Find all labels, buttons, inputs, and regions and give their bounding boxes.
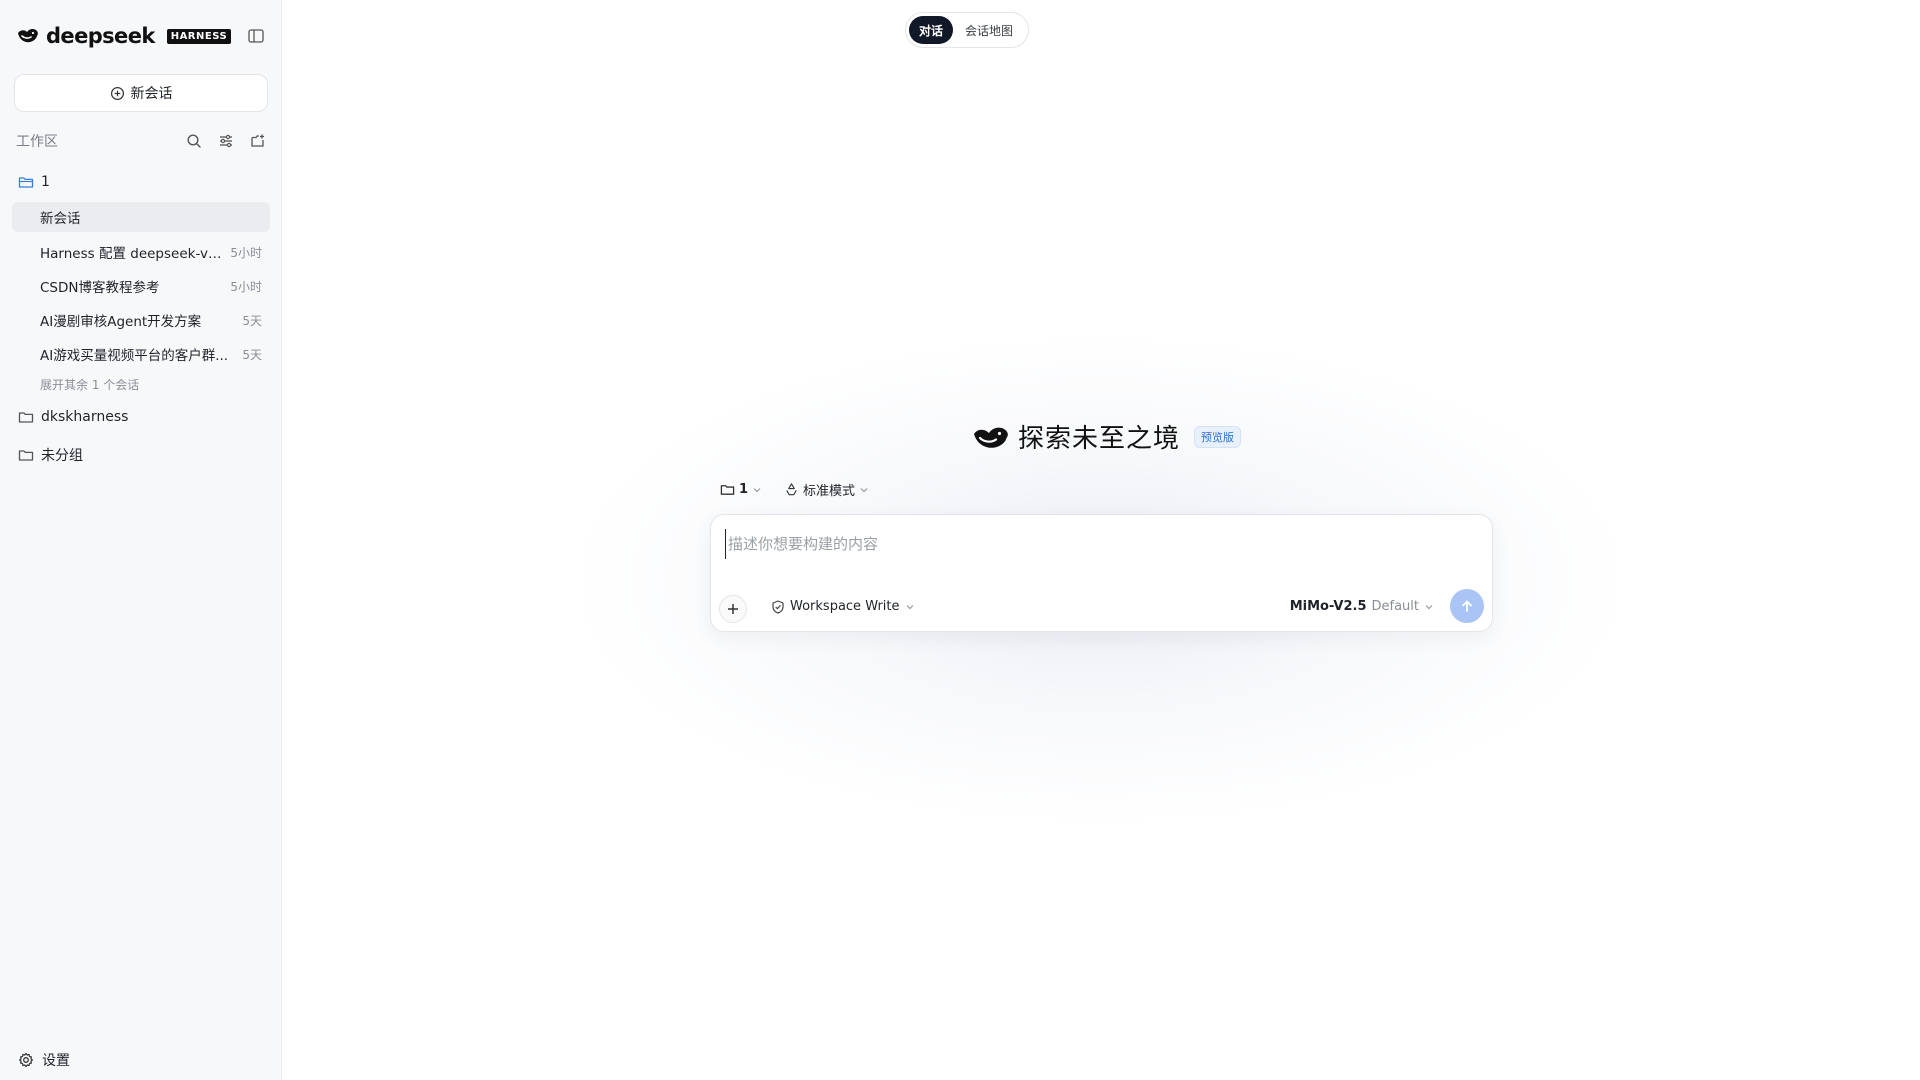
folder-label: 未分组 <box>41 448 83 464</box>
folder-label: 1 <box>41 174 50 190</box>
deepseek-whale-logo-icon <box>974 427 1008 448</box>
brand-name: deepseek <box>46 24 155 48</box>
conversation-title: AI漫剧审核Agent开发方案 <box>40 314 202 330</box>
model-selector[interactable]: MiMo-V2.5 Default <box>1290 599 1434 614</box>
folder-item-dkskharness[interactable]: dkskharness <box>18 405 128 429</box>
hero-title: 探索未至之境 <box>1018 424 1181 454</box>
conversation-title: Harness 配置 deepseek-v4-f... <box>40 246 230 262</box>
conversation-item[interactable]: AI漫剧审核Agent开发方案 5天 <box>12 305 270 335</box>
permission-mode-selector[interactable]: Workspace Write <box>771 599 915 614</box>
sidebar: deepseek HARNESS 新会话 工作区 1 新会话 Harness 配… <box>0 0 282 1080</box>
model-variant: Default <box>1371 599 1420 614</box>
gear-icon <box>19 1052 33 1068</box>
workspace-header: 工作区 <box>16 130 268 152</box>
expand-more-link[interactable]: 展开其余 1 个会话 <box>40 376 139 393</box>
folder-item-1[interactable]: 1 <box>18 170 50 194</box>
new-chat-label: 新会话 <box>130 86 173 102</box>
folder-selector[interactable]: 1 <box>720 482 762 497</box>
conversation-time: 5小时 <box>230 245 262 260</box>
plus-icon <box>728 604 738 614</box>
arrow-up-icon <box>1462 600 1472 612</box>
folder-icon <box>18 412 34 423</box>
permission-mode-value: Workspace Write <box>790 599 900 614</box>
composer-meta-bar: 1 标准模式 <box>720 480 869 499</box>
plus-circle-icon <box>110 86 124 100</box>
hero-heading: 探索未至之境 预览版 <box>972 418 1242 455</box>
view-toggle: 对话 会话地图 <box>905 12 1029 48</box>
new-folder-button[interactable] <box>248 131 268 151</box>
new-chat-button[interactable]: 新会话 <box>14 74 268 112</box>
folder-label: dkskharness <box>41 409 129 425</box>
conversation-time: 5天 <box>242 313 262 328</box>
chevron-down-icon <box>753 487 761 492</box>
folder-icon <box>18 450 34 461</box>
sidebar-toggle-button[interactable] <box>246 26 266 46</box>
recycle-icon <box>786 483 797 496</box>
tab-chat[interactable]: 对话 <box>909 16 954 44</box>
preview-badge: 预览版 <box>1194 425 1242 448</box>
chevron-down-icon <box>906 604 913 609</box>
workspace-tools <box>184 131 268 151</box>
conversation-time: 5小时 <box>230 279 262 294</box>
sidebar-panel-icon <box>248 29 264 43</box>
conversation-item[interactable]: 新会话 <box>12 202 270 232</box>
settings-label: 设置 <box>42 1053 70 1069</box>
folder-selector-value: 1 <box>739 482 749 497</box>
mode-selector-value: 标准模式 <box>803 484 856 499</box>
sliders-icon <box>220 134 232 148</box>
deepseek-whale-logo-icon <box>18 28 38 43</box>
folder-item-ungrouped[interactable]: 未分组 <box>18 443 83 467</box>
conversation-time: 5天 <box>242 347 262 362</box>
search-icon <box>187 134 201 148</box>
conversation-item[interactable]: CSDN博客教程参考 5小时 <box>12 271 270 301</box>
mode-selector[interactable]: 标准模式 <box>784 480 869 499</box>
conversation-title: 新会话 <box>40 211 81 227</box>
chevron-down-icon <box>860 487 868 492</box>
composer: Workspace Write MiMo-V2.5 Default <box>710 514 1493 632</box>
model-name: MiMo-V2.5 <box>1289 599 1367 614</box>
filter-button[interactable] <box>216 131 236 151</box>
search-button[interactable] <box>184 131 204 151</box>
conversation-item[interactable]: AI游戏买量视频平台的客户群... 5天 <box>12 339 270 369</box>
folder-icon <box>720 485 735 495</box>
send-button[interactable] <box>1450 589 1484 623</box>
settings-button[interactable]: 设置 <box>18 1050 70 1070</box>
conversation-title: CSDN博客教程参考 <box>40 280 160 296</box>
conversation-item[interactable]: Harness 配置 deepseek-v4-f... 5小时 <box>12 237 270 267</box>
chevron-down-icon <box>1425 604 1433 609</box>
workspace-title: 工作区 <box>16 134 58 150</box>
tab-session-map[interactable]: 会话地图 <box>955 16 1023 44</box>
brand[interactable]: deepseek HARNESS <box>16 24 232 48</box>
brand-badge: HARNESS <box>166 28 232 44</box>
prompt-input[interactable] <box>725 529 1465 559</box>
folder-open-icon <box>18 177 34 188</box>
folder-plus-icon <box>251 134 264 147</box>
conversation-title: AI游戏买量视频平台的客户群... <box>40 348 229 364</box>
shield-check-icon <box>772 599 784 614</box>
add-attachment-button[interactable] <box>719 595 747 623</box>
